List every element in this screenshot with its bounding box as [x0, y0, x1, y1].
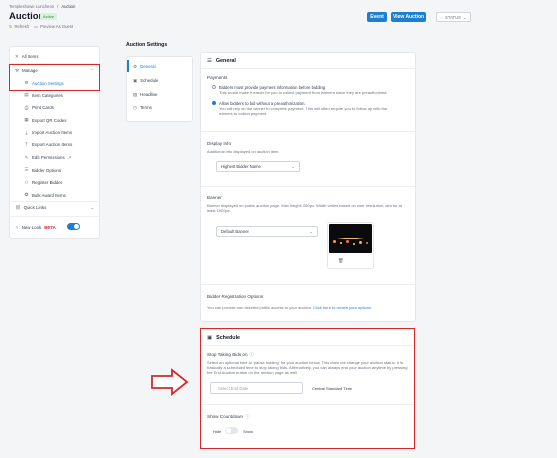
- settings-nav-active-bar: [127, 60, 129, 72]
- nav-label: Headline: [140, 91, 158, 97]
- settings-nav-schedule[interactable]: ▣ Schedule: [133, 78, 158, 84]
- sidebar-item-all-items[interactable]: ✕ All Items: [15, 54, 39, 60]
- new-look-label: New Look: [21, 225, 42, 230]
- gear-icon: ⚙: [133, 64, 137, 69]
- sidebar-item-label: Register Bidder: [32, 180, 63, 185]
- download-icon: ⤓: [25, 129, 28, 135]
- upload-icon: ⤒: [25, 142, 28, 147]
- banner-value: Default Banner: [221, 229, 249, 234]
- schedule-highlight-box: [200, 328, 415, 449]
- breadcrumb: Templeshowe Luncheon / Auction: [9, 4, 75, 9]
- new-look-row: ✧ New Look BETA: [15, 225, 56, 231]
- preview-as-guest-link[interactable]: ▭ Preview As Guest: [34, 24, 73, 29]
- chevron-down-icon: ⌄: [309, 229, 313, 234]
- sidebar-quick-links-label: Quick Links: [23, 205, 47, 210]
- tag-icon: ▤: [24, 92, 29, 97]
- banner-preview-image: [329, 224, 372, 253]
- sidebar-item-export-auction-items[interactable]: ⤒ Export Auction Items: [24, 142, 73, 147]
- sidebar-item-bidder-options[interactable]: ☰ Bidder Options: [24, 167, 62, 173]
- trash-icon[interactable]: 🗑: [338, 258, 344, 264]
- gear-icon: ☰: [207, 58, 212, 64]
- calendar-icon: ▣: [133, 78, 138, 83]
- new-look-toggle[interactable]: [67, 223, 80, 230]
- sidebar-item-label: Bulk Award Items: [32, 192, 66, 198]
- bidder-registration-link[interactable]: Click here to review your options.: [313, 305, 372, 310]
- general-card-header: ☰ General: [207, 58, 236, 64]
- award-icon: ✪: [24, 192, 29, 197]
- sidebar-item-label: All Items: [21, 54, 39, 59]
- bidder-registration-label: Bidder Registration Options: [207, 294, 264, 299]
- sidebar-item-export-qr-codes[interactable]: ▦ Export QR Codes: [24, 117, 66, 123]
- sidebar-item-label: Print Cards: [32, 104, 54, 110]
- chevron-down-icon: ⌄: [462, 14, 467, 20]
- breadcrumb-separator: /: [57, 4, 59, 9]
- preview-label: Preview As Guest: [39, 24, 74, 29]
- sidebar-item-item-categories[interactable]: ▤ Item Categories: [24, 92, 63, 98]
- settings-nav-general[interactable]: ⚙ General: [133, 64, 156, 70]
- sidebar-item-label: Export Auction Items: [32, 142, 73, 147]
- breadcrumb-parent[interactable]: Templeshowe Luncheon: [9, 4, 54, 9]
- payment-option-1-desc: This would make it easier for you to col…: [219, 90, 388, 95]
- banner-select[interactable]: Default Banner ⌄: [216, 226, 318, 237]
- breadcrumb-current: Auction: [61, 4, 76, 9]
- display-info-value: Highest Bidder Name: [221, 164, 261, 169]
- status-label: STATUS: [445, 14, 461, 20]
- sidebar-quick-links-toggle[interactable]: ⛓ Quick Links ⌄: [15, 205, 94, 211]
- nav-label: Terms: [139, 105, 152, 110]
- qr-icon: ▦: [24, 117, 29, 122]
- sidebar-item-label: Edit Permissions: [32, 155, 65, 160]
- payment-option-2-radio[interactable]: [212, 101, 216, 105]
- banner-label: Banner: [207, 195, 222, 200]
- red-arrow-annotation: [151, 368, 189, 396]
- status-dot-icon: ◌: [440, 14, 444, 20]
- image-icon: ▨: [133, 91, 138, 97]
- display-info-select[interactable]: Highest Bidder Name ⌄: [216, 161, 300, 172]
- sparkle-icon: ✧: [15, 225, 19, 230]
- sidebar-item-register-bidder[interactable]: ⚇ Register Bidder: [24, 179, 63, 186]
- monitor-icon: ▭: [34, 24, 38, 29]
- nav-label: Schedule: [140, 78, 159, 83]
- refresh-link[interactable]: ↻ Refresh: [9, 24, 29, 29]
- nav-label: General: [139, 64, 156, 69]
- display-info-label: Display Info: [207, 141, 232, 146]
- external-link-icon: ↗: [67, 154, 72, 160]
- sidebar-item-label: Export QR Codes: [32, 117, 67, 123]
- settings-nav-headline[interactable]: ▨ Headline: [133, 92, 158, 98]
- sidebar-item-bulk-award-items[interactable]: ✪ Bulk Award Items: [24, 192, 66, 198]
- view-auction-button[interactable]: View Auction: [391, 12, 426, 22]
- event-button[interactable]: Event: [367, 12, 387, 22]
- refresh-icon: ↻: [9, 24, 13, 29]
- payment-option-2-desc: You will rely on the winner to complete …: [219, 106, 388, 117]
- user-plus-icon: ⚇: [24, 179, 29, 185]
- banner-desc: Banner displayed on public auction page.…: [207, 202, 403, 213]
- display-info-desc: Additional info displayed on auction ite…: [207, 148, 280, 154]
- sidebar-item-label: Import Auction Items: [32, 129, 73, 135]
- settings-nav-terms[interactable]: ◷ Terms: [133, 105, 152, 111]
- chevron-down-icon: ⌄: [90, 205, 94, 210]
- chevron-down-icon: ⌄: [291, 164, 295, 169]
- sidebar-item-label: Bidder Options: [32, 167, 62, 173]
- general-title: General: [215, 58, 236, 64]
- payment-option-1-radio[interactable]: [212, 85, 216, 89]
- bidder-registration-text: You can provide non-ticketed public acce…: [207, 305, 313, 310]
- sidebar-item-import-auction-items[interactable]: ⤓ Import Auction Items: [24, 129, 73, 135]
- pencil-icon: ✎: [24, 154, 29, 160]
- sidebar-item-label: Item Categories: [32, 92, 63, 98]
- link-icon: ⛓: [15, 205, 21, 210]
- status-dropdown-button[interactable]: ◌ STATUS ⌄: [436, 12, 471, 22]
- manage-highlight-box: [9, 64, 100, 91]
- bidder-registration-desc: You can provide non-ticketed public acce…: [207, 305, 372, 310]
- status-badge: Active: [40, 13, 57, 20]
- beta-badge: BETA: [44, 225, 56, 230]
- refresh-label: Refresh: [14, 24, 30, 29]
- payments-label: Payments: [207, 75, 228, 80]
- sidebar-item-print-cards[interactable]: ⎙ Print Cards: [24, 105, 54, 110]
- toggle-knob: [74, 224, 79, 229]
- close-icon: ✕: [15, 54, 19, 59]
- print-icon: ⎙: [24, 104, 29, 110]
- clock-icon: ◷: [133, 105, 137, 110]
- settings-nav-title: Auction Settings: [126, 42, 168, 48]
- sidebar-item-edit-permissions[interactable]: ✎ Edit Permissions ↗: [24, 154, 72, 161]
- list-icon: ☰: [24, 167, 29, 172]
